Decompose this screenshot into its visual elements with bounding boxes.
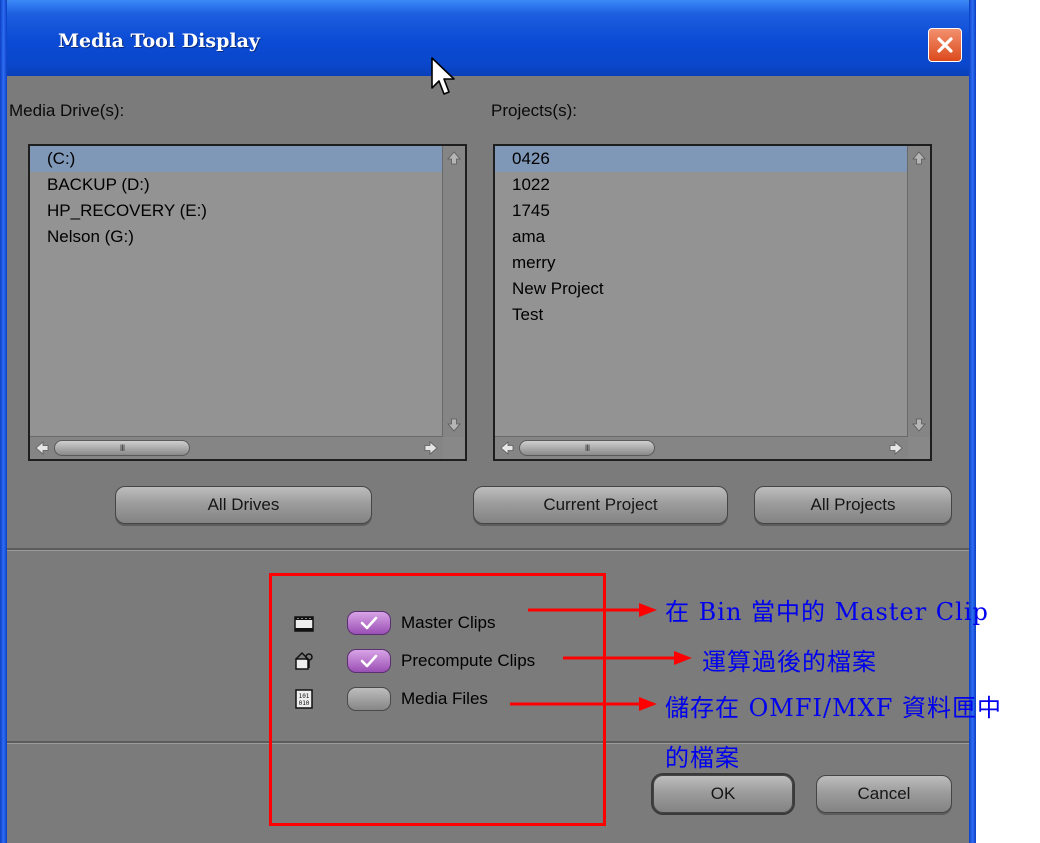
arrowhead-2	[674, 651, 692, 665]
annotation-note-2: 運算過後的檔案	[702, 648, 877, 676]
arrowhead-1	[639, 603, 657, 617]
annotation-note-1: 在 Bin 當中的 Master Clip	[665, 598, 989, 626]
arrowhead-3	[639, 697, 657, 711]
annotation-note-3-line-1: 儲存在 OMFI/MXF 資料匣中	[665, 694, 1003, 722]
annotation-note-3-line-2: 的檔案	[665, 744, 740, 772]
